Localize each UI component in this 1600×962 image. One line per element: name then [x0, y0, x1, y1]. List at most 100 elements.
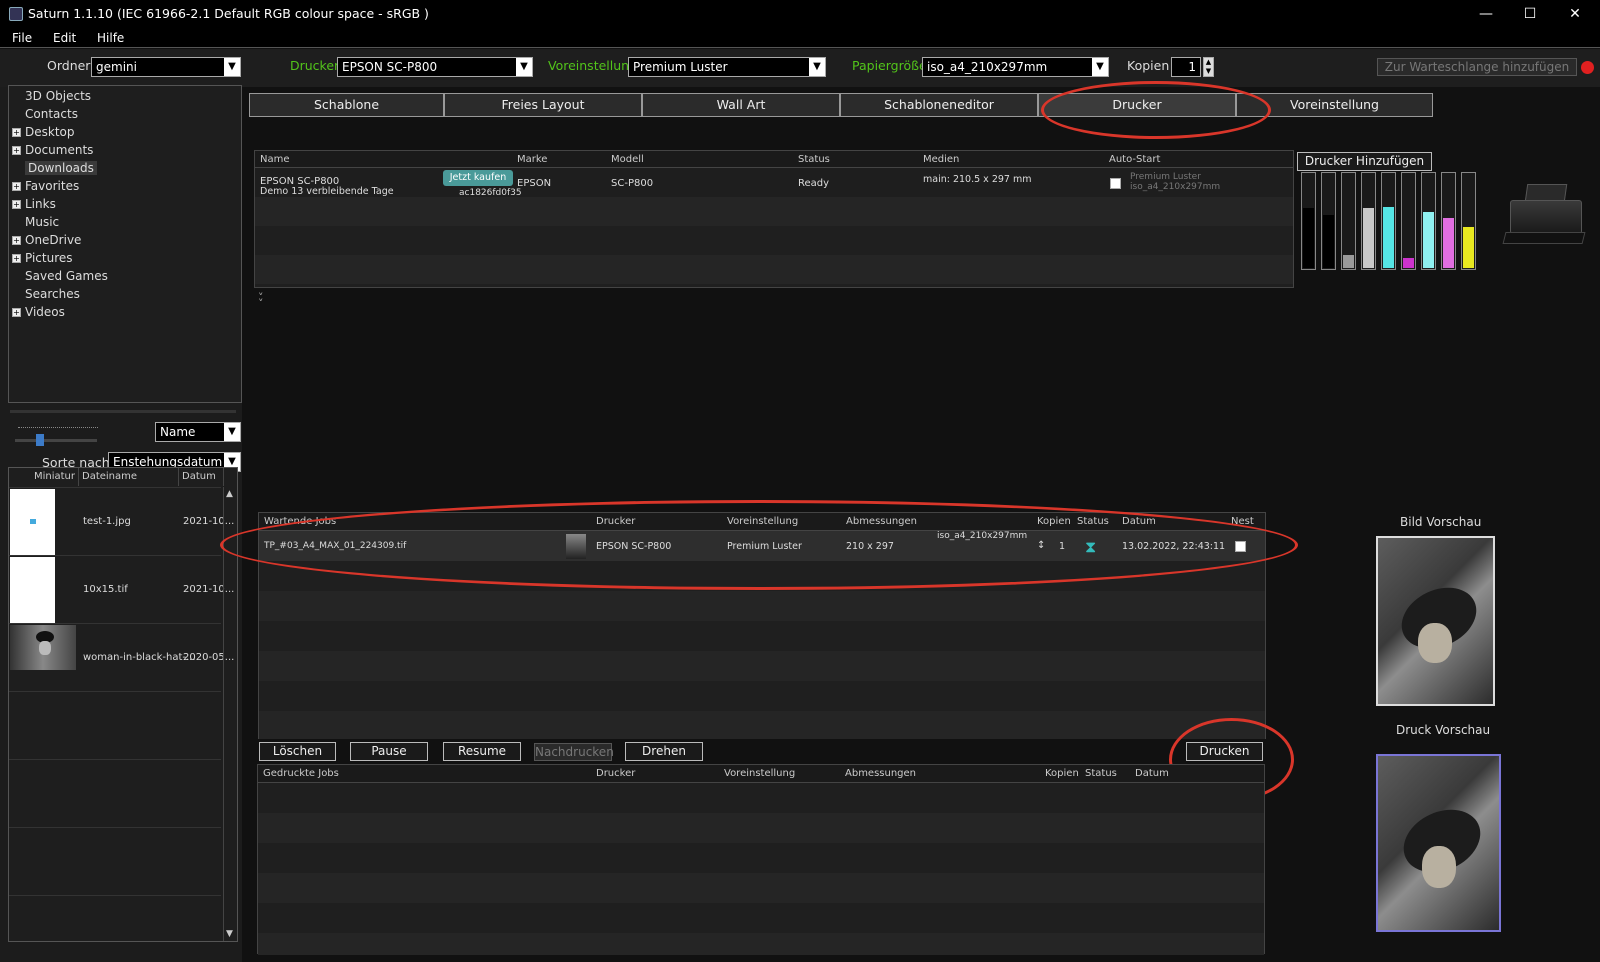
file-row-3[interactable]: woman-in-black-hat-... 2020-05...: [9, 623, 234, 691]
col-voreinstellung[interactable]: Voreinstellung: [724, 768, 795, 779]
tree-item-saved-games[interactable]: Saved Games: [12, 269, 108, 283]
tree-item-label: Favorites: [25, 179, 80, 193]
tree-item-downloads[interactable]: Downloads: [12, 161, 97, 175]
kopien-input[interactable]: 1: [1171, 57, 1201, 77]
col-gedruckte-jobs[interactable]: Gedruckte Jobs: [263, 768, 339, 779]
ink-fill: [1323, 215, 1334, 268]
pause-button[interactable]: Pause: [350, 742, 428, 761]
tree-item-pictures[interactable]: + Pictures: [12, 251, 73, 265]
add-to-queue-button[interactable]: Zur Warteschlange hinzufügen: [1377, 58, 1577, 76]
expand-chevron-icon[interactable]: ˅ ˅: [258, 292, 264, 309]
resume-button[interactable]: Resume: [443, 742, 521, 761]
expand-icon[interactable]: +: [12, 128, 21, 137]
menu-hilfe[interactable]: Hilfe: [97, 31, 124, 45]
col-datum[interactable]: Datum: [179, 468, 224, 486]
nachdrucken-button[interactable]: Nachdrucken: [534, 743, 614, 761]
expand-icon[interactable]: +: [12, 146, 21, 155]
thumbnail-photo: [10, 625, 76, 670]
col-drucker[interactable]: Drucker: [596, 768, 635, 779]
col-status[interactable]: Status: [1085, 768, 1117, 779]
tree-item-contacts[interactable]: Contacts: [12, 107, 78, 121]
papiergroesse-select[interactable]: iso_a4_210x297mm ▼: [922, 57, 1109, 77]
ink-fill: [1363, 208, 1374, 268]
tab-freies-layout[interactable]: Freies Layout: [444, 93, 642, 117]
drucker-select[interactable]: EPSON SC-P800 ▼: [337, 57, 533, 77]
tab-wall-art[interactable]: Wall Art: [642, 93, 840, 117]
maximize-button[interactable]: ☐: [1519, 4, 1541, 24]
tree-item-videos[interactable]: + Videos: [12, 305, 65, 319]
ink-fill: [1443, 218, 1454, 268]
file-row-1[interactable]: test-1.jpg 2021-10...: [9, 487, 234, 555]
ink-bar-8: [1441, 172, 1456, 270]
file-name: woman-in-black-hat-...: [83, 652, 196, 663]
voreinstellung-label: Voreinstellung: [548, 58, 638, 73]
voreinstellung-select[interactable]: Premium Luster ▼: [628, 57, 826, 77]
tree-item-label: 3D Objects: [25, 89, 92, 103]
printer-marke: EPSON: [517, 178, 552, 189]
expand-icon[interactable]: +: [12, 308, 21, 317]
empty-row: [258, 933, 1264, 955]
col-miniatur[interactable]: Miniatur: [9, 468, 79, 486]
add-printer-button[interactable]: Drucker Hinzufügen: [1297, 152, 1432, 171]
demo-text: Demo 13 verbleibende Tage: [260, 186, 394, 197]
col-dateiname[interactable]: Dateiname: [79, 468, 179, 486]
expand-icon[interactable]: +: [12, 182, 21, 191]
tree-item-3d-objects[interactable]: 3D Objects: [12, 89, 91, 103]
col-kopien[interactable]: Kopien: [1045, 768, 1079, 779]
tree-item-onedrive[interactable]: + OneDrive: [12, 233, 81, 247]
tree-item-favorites[interactable]: + Favorites: [12, 179, 79, 193]
scroll-up-icon[interactable]: ▲: [226, 489, 233, 499]
drehen-button[interactable]: Drehen: [625, 742, 703, 761]
file-row-2[interactable]: 10x15.tif 2021-10...: [9, 555, 234, 623]
menu-file[interactable]: File: [12, 31, 32, 45]
ink-fill: [1303, 208, 1314, 268]
kopien-stepper[interactable]: ▲ ▼: [1203, 57, 1214, 77]
tree-item-desktop[interactable]: + Desktop: [12, 125, 75, 139]
col-medien[interactable]: Medien: [923, 154, 959, 165]
col-name[interactable]: Name: [260, 154, 290, 165]
col-datum[interactable]: Datum: [1135, 768, 1169, 779]
tree-item-label: OneDrive: [25, 233, 82, 247]
chevron-down-icon: ▼: [1092, 58, 1108, 76]
expand-icon[interactable]: +: [12, 254, 21, 263]
autostart-preset: Premium Luster: [1130, 172, 1201, 182]
ink-fill: [1463, 226, 1474, 268]
col-modell[interactable]: Modell: [611, 154, 644, 165]
tree-item-documents[interactable]: + Documents: [12, 143, 93, 157]
tab-schablone[interactable]: Schablone: [249, 93, 444, 117]
col-status[interactable]: Status: [798, 154, 830, 165]
tab-schabloneneditor[interactable]: Schabloneneditor: [840, 93, 1038, 117]
col-auto-start[interactable]: Auto-Start: [1109, 154, 1160, 165]
annotation-ellipse-queue-row: [220, 500, 1298, 590]
tree-item-music[interactable]: Music: [12, 215, 59, 229]
tree-item-searches[interactable]: Searches: [12, 287, 80, 301]
menu-edit[interactable]: Edit: [53, 31, 76, 45]
ink-fill: [1383, 206, 1394, 268]
autostart-checkbox[interactable]: [1110, 178, 1121, 189]
empty-row: [259, 591, 1265, 621]
face-shape: [39, 641, 51, 655]
close-button[interactable]: ✕: [1564, 4, 1586, 24]
expand-icon[interactable]: +: [12, 236, 21, 245]
file-row-empty: [9, 759, 221, 827]
divider: [10, 410, 236, 413]
autostart-paper: iso_a4_210x297mm: [1130, 182, 1221, 192]
empty-row: [259, 711, 1265, 739]
printer-row[interactable]: EPSON SC-P800 Demo 13 verbleibende Tage …: [255, 168, 1293, 198]
scroll-down-icon[interactable]: ▼: [226, 929, 233, 939]
thumbnail-size-slider[interactable]: [15, 439, 97, 442]
empty-row: [258, 873, 1264, 903]
ink-fill: [1423, 212, 1434, 268]
loeschen-button[interactable]: Löschen: [259, 742, 336, 761]
buy-now-button[interactable]: Jetzt kaufen: [443, 170, 513, 186]
name-select[interactable]: Name ▼: [155, 422, 241, 442]
expand-icon[interactable]: +: [12, 200, 21, 209]
ordner-select[interactable]: gemini ▼: [91, 57, 241, 77]
file-row-empty: [9, 827, 221, 895]
col-abmessungen[interactable]: Abmessungen: [845, 768, 916, 779]
col-marke[interactable]: Marke: [517, 154, 547, 165]
slider-handle[interactable]: [36, 434, 44, 446]
slider-ticks: [18, 427, 98, 433]
tree-item-links[interactable]: + Links: [12, 197, 56, 211]
minimize-button[interactable]: —: [1475, 4, 1497, 24]
